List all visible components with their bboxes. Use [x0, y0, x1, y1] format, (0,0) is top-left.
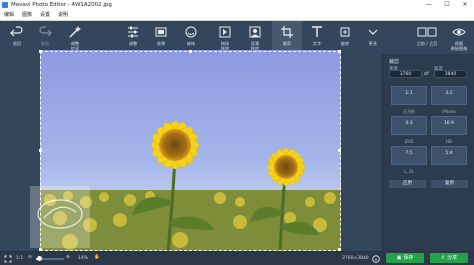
before-after-button[interactable]: 之前 / 之后 [410, 21, 444, 54]
ratio-sub: L, 2L [404, 169, 414, 174]
bottom-actions: ▣ 保存 ⇪ 分享 [382, 251, 474, 265]
panel-title: 裁剪 [389, 59, 400, 65]
ratio-16-9[interactable]: 16:9 HD [431, 116, 467, 144]
menu-edit[interactable]: 编辑 [0, 10, 18, 21]
view-original-button[interactable]: 视图 原始图像 [444, 21, 474, 54]
image-canvas[interactable] [0, 50, 382, 251]
save-icon: ▣ [396, 255, 402, 261]
crop-handle-top-left[interactable] [39, 50, 42, 53]
zoom-in-icon[interactable]: ⊕ [66, 255, 70, 260]
crop-handle-left[interactable] [39, 149, 42, 152]
menu-bar: 编辑 图像 设置 说明 [0, 10, 474, 21]
share-icon: ⇪ [440, 255, 446, 261]
zoom-percent: 14% [78, 256, 89, 261]
object-removal-icon [219, 26, 231, 38]
ratio-label: 16:9 [443, 121, 455, 126]
crop-handle-right[interactable] [338, 149, 341, 152]
tool-more[interactable]: 更多 [358, 21, 388, 54]
ratio-label: 1:1 [405, 91, 413, 96]
share-label: 分享 [447, 255, 458, 261]
width-field[interactable]: 3760 [389, 70, 422, 78]
magic-wand-icon [69, 26, 81, 38]
undo-label: 退回 [12, 41, 22, 46]
minimize-button[interactable]: — [420, 0, 438, 10]
maximize-button[interactable]: ☐ [438, 0, 456, 10]
app-logo-icon [2, 2, 8, 8]
crop-handle-top-right[interactable] [338, 50, 341, 53]
effects-label: 效果 [156, 41, 166, 46]
crop-handle-top[interactable] [189, 50, 192, 53]
share-button[interactable]: ⇪ 分享 [430, 253, 468, 263]
background-removal-icon [249, 26, 261, 38]
crop-label: 裁剪 [282, 41, 292, 46]
image-dimensions: 3760×3840 [342, 256, 369, 261]
ratio-7-5[interactable]: 7:5 L, 2L [391, 146, 427, 174]
ratio-label: 7:5 [405, 151, 413, 156]
apply-button[interactable]: 应用 [389, 180, 426, 188]
ratio-sub: 正方形 [403, 109, 415, 114]
app-window: Movavi Photo Editor - 4W1A2002.jpg — ☐ ✕… [0, 0, 474, 265]
crop-panel: 裁剪 宽度 高度 3760 ⇄ 3840 1:1正方形 3:2iPhone 4:… [382, 54, 474, 251]
save-button[interactable]: ▣ 保存 [386, 253, 424, 263]
retouch-label: 修饰 [186, 41, 196, 46]
rotate-icon [340, 27, 350, 37]
menu-image[interactable]: 图像 [18, 10, 36, 21]
swap-dimensions-icon[interactable]: ⇄ [424, 70, 429, 77]
menu-help[interactable]: 说明 [54, 10, 72, 21]
chevron-down-icon [368, 29, 378, 35]
zoom-out-icon[interactable]: ⊖ [28, 255, 32, 260]
hand-tool-icon[interactable]: ✋ [94, 255, 100, 260]
adjust-label: 调整 [128, 41, 138, 46]
height-field[interactable]: 3840 [434, 70, 467, 78]
actual-size-button[interactable]: 1:1 [16, 256, 23, 261]
ratio-label: 5:4 [445, 151, 453, 156]
ratio-sub: DVD [404, 139, 414, 144]
save-label: 保存 [403, 255, 414, 261]
title-bar: Movavi Photo Editor - 4W1A2002.jpg — ☐ ✕ [0, 0, 474, 10]
close-button[interactable]: ✕ [456, 0, 474, 10]
watermark-logo-icon [37, 199, 83, 229]
ratio-5-4[interactable]: 5:4 [431, 146, 467, 165]
status-bar: 1:1 ⊖ ⊕ 14% ✋ 3760×3840 [0, 251, 382, 265]
ratio-1-1[interactable]: 1:1 正方形 [391, 86, 427, 114]
reset-button[interactable]: 复原 [431, 180, 468, 188]
filter-icon [155, 27, 167, 37]
watermark-overlay [30, 186, 90, 248]
redo-label: 重做 [40, 41, 50, 46]
ratio-3-2[interactable]: 3:2 iPhone [431, 86, 467, 114]
text-icon [312, 26, 322, 37]
redo-icon [39, 26, 52, 37]
eye-icon [452, 28, 466, 36]
undo-button[interactable]: 退回 [2, 21, 32, 54]
text-label: 文字 [312, 41, 322, 46]
rotate-label: 旋转 [340, 41, 350, 46]
window-controls: — ☐ ✕ [420, 0, 474, 10]
fit-screen-icon[interactable] [4, 255, 12, 263]
ratio-4-3[interactable]: 4:3 DVD [391, 116, 427, 144]
undo-icon [10, 26, 23, 37]
zoom-slider[interactable] [36, 256, 64, 261]
ratio-label: 3:2 [445, 91, 453, 96]
before-after-icon [417, 27, 437, 37]
menu-settings[interactable]: 设置 [36, 10, 54, 21]
ratio-sub: HD [445, 139, 453, 144]
window-title: Movavi Photo Editor - 4W1A2002.jpg [11, 2, 112, 8]
ratio-label: 4:3 [405, 121, 413, 126]
crop-icon [281, 26, 293, 38]
sliders-icon [128, 26, 138, 38]
more-label: 更多 [368, 41, 378, 46]
before-after-label: 之前 / 之后 [416, 41, 438, 46]
zoom-slider-handle[interactable] [37, 256, 43, 261]
info-icon[interactable] [372, 255, 380, 263]
ratio-sub: iPhone [442, 109, 456, 114]
view-original-label: 视图 原始图像 [450, 41, 468, 51]
retouch-icon [185, 26, 197, 38]
